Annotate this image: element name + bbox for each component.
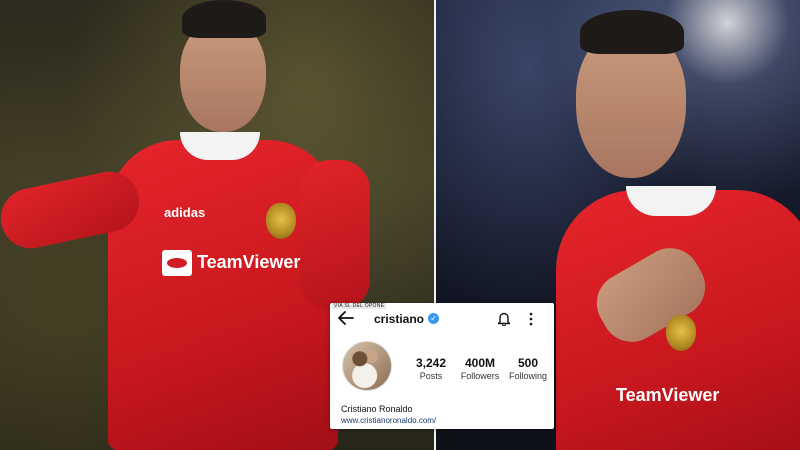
- followers-label: Followers: [460, 371, 500, 381]
- sponsor-icon: [162, 250, 192, 276]
- instagram-profile-card: VIA SL DEL OPONE cristiano ✓ 3,242 Posts…: [330, 303, 554, 429]
- stat-posts[interactable]: 3,242 Posts: [410, 356, 452, 381]
- profile-username: cristiano: [374, 312, 425, 326]
- right-arm: [300, 160, 370, 310]
- verified-badge-icon: ✓: [428, 313, 439, 324]
- sponsor-logo: TeamViewer: [162, 250, 300, 276]
- profile-header: cristiano ✓: [330, 309, 554, 329]
- posts-label: Posts: [419, 371, 443, 381]
- stat-followers[interactable]: 400M Followers: [454, 356, 506, 381]
- sponsor-text: TeamViewer: [197, 251, 301, 272]
- back-arrow-icon[interactable]: [338, 311, 354, 325]
- profile-website-link[interactable]: www.cristianoronaldo.com/: [341, 416, 436, 425]
- club-crest: [266, 203, 296, 239]
- sponsor-logo: TeamViewer: [616, 385, 719, 406]
- club-crest: [666, 315, 696, 351]
- posts-count: 3,242: [415, 356, 447, 370]
- player-hair: [580, 10, 684, 54]
- sponsor-text: TeamViewer: [616, 385, 720, 405]
- profile-avatar[interactable]: [342, 341, 392, 391]
- profile-display-name: Cristiano Ronaldo: [341, 404, 413, 414]
- followers-count: 400M: [464, 356, 496, 370]
- kit-brand: adidas: [164, 205, 206, 220]
- bell-icon[interactable]: [497, 311, 511, 326]
- more-options-icon[interactable]: [528, 312, 534, 326]
- following-count: 500: [517, 356, 539, 370]
- following-label: Following: [508, 371, 548, 381]
- stat-following[interactable]: 500 Following: [506, 356, 550, 381]
- player-hair: [182, 0, 266, 38]
